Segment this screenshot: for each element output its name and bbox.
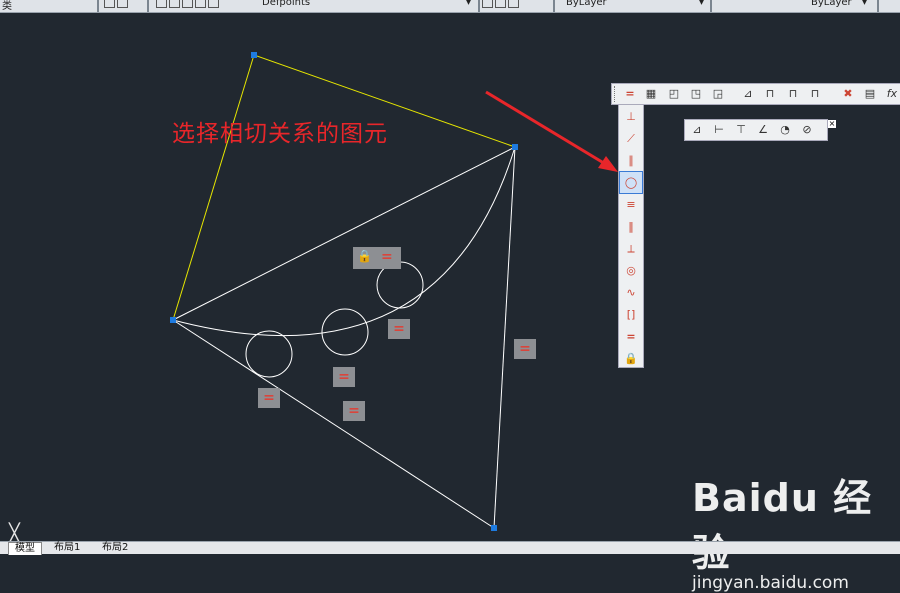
toolbar-divider [478, 0, 480, 12]
tab-layout1[interactable]: 布局1 [48, 542, 86, 554]
equal-button[interactable]: = [620, 326, 642, 347]
layer-icons[interactable] [156, 0, 221, 12]
geometric-constraint-button[interactable]: = [622, 86, 638, 102]
coincident-button[interactable]: ⊥ [620, 106, 642, 127]
radius-button[interactable]: ◔ [777, 122, 793, 138]
make-current-icon[interactable] [482, 0, 493, 8]
fx-button[interactable]: fx [884, 86, 900, 102]
horizontal-constraint-button[interactable]: ≡ [620, 194, 642, 215]
delete-constraints-button[interactable]: ✖ [840, 86, 856, 102]
smooth-button[interactable]: ∿ [620, 282, 642, 303]
chevron-down-icon[interactable]: ▾ [466, 0, 471, 12]
color-swatch-icon[interactable] [208, 0, 219, 8]
hide-all-button[interactable]: ◲ [710, 86, 726, 102]
dim-hide-all-button[interactable]: ⊓ [807, 86, 823, 102]
linetype-preview: ——————— [716, 0, 800, 7]
horizontal-button[interactable]: ⊢ [711, 122, 727, 138]
lock-icon: 🔒 [357, 249, 372, 263]
perpendicular-button[interactable]: ⟂ [620, 238, 642, 259]
concentric-button[interactable]: ◎ [620, 260, 642, 281]
equal-constraint-badge[interactable]: = [258, 388, 280, 408]
collinear-button[interactable]: ⟋ [620, 128, 642, 149]
layout-tabs-bar: 模型 布局1 布局2 [0, 541, 900, 555]
print-icon[interactable] [117, 0, 128, 8]
tab-model[interactable]: 模型 [8, 542, 42, 555]
parametric-toolbar: = ▦ ◰ ◳ ◲ ⊿ ⊓ ⊓ ⊓ ✖ ▤ fx [611, 83, 900, 105]
grip[interactable] [491, 525, 497, 531]
vertical-button[interactable]: ⊤ [733, 122, 749, 138]
layer-previous-icon[interactable] [508, 0, 519, 8]
equal-constraint-badge[interactable]: = [333, 367, 355, 387]
toolbar-divider [147, 0, 149, 12]
equal-constraint-badge[interactable]: = [514, 339, 536, 359]
lock-icon[interactable] [195, 0, 206, 8]
white-line[interactable] [493, 146, 516, 529]
fix-constraint-badge[interactable]: 🔒 = [353, 247, 401, 269]
tab-layout2[interactable]: 布局2 [96, 542, 134, 554]
gear-icon[interactable] [104, 0, 115, 8]
dimensional-toolbar: ⊿ ⊢ ⊤ ∠ ◔ ⊘ × [684, 119, 836, 141]
watermark-logo: Baidu 经验 [692, 476, 873, 575]
tangent-button[interactable]: ◯ [619, 171, 643, 194]
toolbar-divider [877, 0, 879, 12]
toolbar-divider [710, 0, 712, 12]
color-dropdown[interactable]: ByLayer [566, 0, 607, 12]
workspace-label: 类 [2, 1, 12, 12]
equal-constraint-badge[interactable]: = [343, 401, 365, 421]
circle[interactable] [245, 330, 293, 378]
parallel-button[interactable]: ∥ [620, 150, 642, 171]
sun-icon[interactable] [182, 0, 193, 8]
grip[interactable] [170, 317, 176, 323]
red-arrow [485, 90, 613, 170]
dim-show-button[interactable]: ⊓ [762, 86, 778, 102]
equal-constraint-badge[interactable]: = [388, 319, 410, 339]
show-all-button[interactable]: ◳ [688, 86, 704, 102]
toolbar-grip[interactable] [614, 86, 618, 102]
linear-dim-button[interactable]: ⊿ [740, 86, 756, 102]
layer-properties-icon[interactable] [156, 0, 167, 8]
top-toolbar: 类 Defpoints ▾ ByLayer ▾ ——————— ByLayer … [0, 0, 900, 13]
annotation-text: 选择相切关系的图元 [172, 121, 388, 147]
angular-button[interactable]: ∠ [755, 122, 771, 138]
white-line[interactable] [172, 319, 495, 529]
yellow-line[interactable] [172, 54, 255, 321]
vertical-constraint-button[interactable]: [] [620, 304, 642, 325]
watermark-url: jingyan.baidu.com [692, 573, 849, 593]
match-layer-icon[interactable] [495, 0, 506, 8]
param-manager-button[interactable]: ▤ [862, 86, 878, 102]
diameter-button[interactable]: ⊘ [799, 122, 815, 138]
watermark: Baidu 经验 jingyan.baidu.com [692, 467, 900, 593]
geometric-toolbar: ⊥ ⟋ ∥ ◯ ≡ ‖ ⟂ ◎ ∿ [] = 🔒 [618, 104, 644, 368]
bulb-icon[interactable] [169, 0, 180, 8]
show-constraints-button[interactable]: ◰ [666, 86, 682, 102]
red-arrow-head [598, 156, 618, 172]
layer-tools[interactable] [482, 0, 521, 12]
grip[interactable] [512, 144, 518, 150]
close-icon[interactable]: × [828, 120, 836, 128]
linetype-dropdown[interactable]: ByLayer [811, 0, 852, 12]
chevron-down-icon[interactable]: ▾ [862, 0, 867, 12]
symmetric-button[interactable]: ‖ [620, 216, 642, 237]
aligned-button[interactable]: ⊿ [689, 122, 705, 138]
toolbar-divider [553, 0, 555, 12]
arc[interactable] [172, 146, 516, 337]
white-line[interactable] [172, 146, 516, 321]
dim-show-all-button[interactable]: ⊓ [785, 86, 801, 102]
toolbar-divider [97, 0, 99, 12]
auto-constrain-button[interactable]: ▦ [643, 86, 659, 102]
toolbar-icons-left[interactable] [104, 0, 130, 12]
layer-dropdown[interactable]: Defpoints [262, 0, 310, 12]
grip[interactable] [251, 52, 257, 58]
chevron-down-icon[interactable]: ▾ [699, 0, 704, 12]
fix-button[interactable]: 🔒 [620, 348, 642, 369]
equal-icon: = [381, 249, 393, 265]
